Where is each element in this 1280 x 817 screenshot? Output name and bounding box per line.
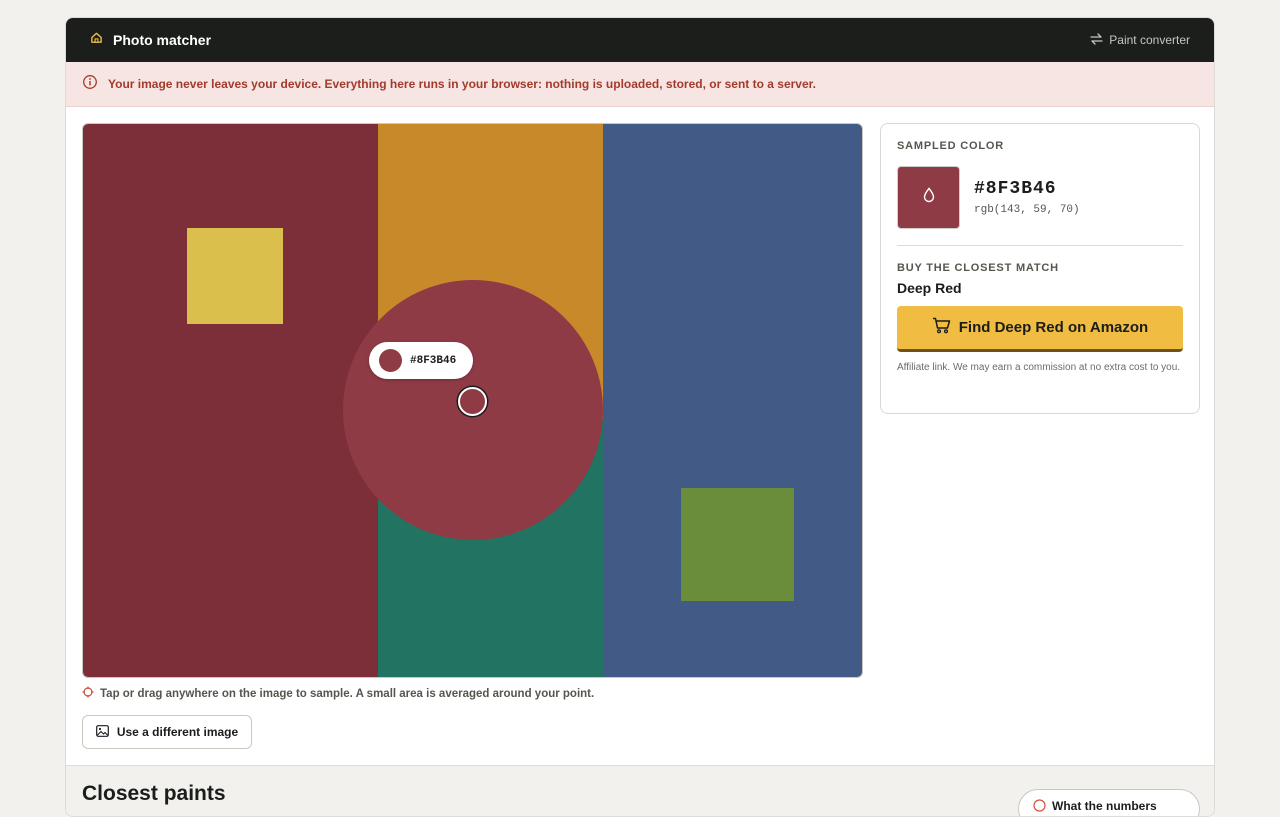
top-bar: Photo matcher Paint converter <box>66 18 1214 62</box>
use-different-image-label: Use a different image <box>116 725 239 739</box>
closest-paints-section: Closest paints What the numbers mean <box>66 765 1214 816</box>
brand[interactable]: Photo matcher <box>90 31 211 49</box>
sampled-color-row: #8F3B46 rgb(143, 59, 70) <box>897 166 1183 229</box>
image-square-green <box>681 488 794 601</box>
loupe-tooltip: #8F3B46 <box>369 342 473 379</box>
loupe-tooltip-hex: #8F3B46 <box>410 354 457 367</box>
swap-icon <box>1090 32 1103 48</box>
buy-on-amazon-button[interactable]: Find Deep Red on Amazon <box>897 306 1183 352</box>
nav-paint-converter[interactable]: Paint converter <box>1090 32 1190 48</box>
droplet-icon <box>923 187 935 208</box>
buy-on-amazon-label: Find Deep Red on Amazon <box>958 319 1149 336</box>
privacy-notice-text: Your image never leaves your device. Eve… <box>108 77 816 91</box>
sampled-color-swatch <box>897 166 960 229</box>
loupe-tooltip-swatch <box>379 349 402 372</box>
image-canvas[interactable]: #8F3B46 <box>82 123 863 678</box>
sampled-color-label: SAMPLED COLOR <box>897 140 1004 152</box>
privacy-notice: Your image never leaves your device. Eve… <box>66 62 1214 107</box>
app-title: Photo matcher <box>113 32 212 48</box>
closest-match-label: BUY THE CLOSEST MATCH <box>897 262 1059 274</box>
image-square-yellow <box>187 228 283 324</box>
affiliate-disclosure: Affiliate link. We may earn a commission… <box>897 362 1181 373</box>
closest-paints-title: Closest paints <box>82 782 226 805</box>
image-icon <box>95 724 109 740</box>
panel-divider <box>897 245 1183 246</box>
sample-hint-text: Tap or drag anywhere on the image to sam… <box>100 687 595 700</box>
cart-icon <box>932 317 951 338</box>
use-different-image-button[interactable]: Use a different image <box>82 715 252 749</box>
info-icon <box>82 74 98 95</box>
sample-hint: Tap or drag anywhere on the image to sam… <box>82 686 594 701</box>
crosshair-icon <box>82 686 94 701</box>
home-icon <box>90 31 103 49</box>
app-frame: Photo matcher Paint converter Your image… <box>65 17 1215 817</box>
sample-panel: SAMPLED COLOR #8F3B46 rgb(143, 59, 70) B… <box>880 123 1200 414</box>
sampled-rgb: rgb(143, 59, 70) <box>974 204 1080 216</box>
numbers-help-label: What the numbers mean <box>1052 799 1157 816</box>
numbers-help-button[interactable]: What the numbers mean <box>1018 789 1200 816</box>
sampled-hex: #8F3B46 <box>974 179 1057 199</box>
image-region-red <box>83 124 378 677</box>
help-icon <box>1033 799 1046 815</box>
nav-paint-converter-label: Paint converter <box>1109 33 1190 47</box>
sampled-color-values: #8F3B46 rgb(143, 59, 70) <box>974 179 1080 216</box>
sample-cursor-handle[interactable] <box>458 387 487 416</box>
closest-match-name: Deep Red <box>897 280 962 296</box>
